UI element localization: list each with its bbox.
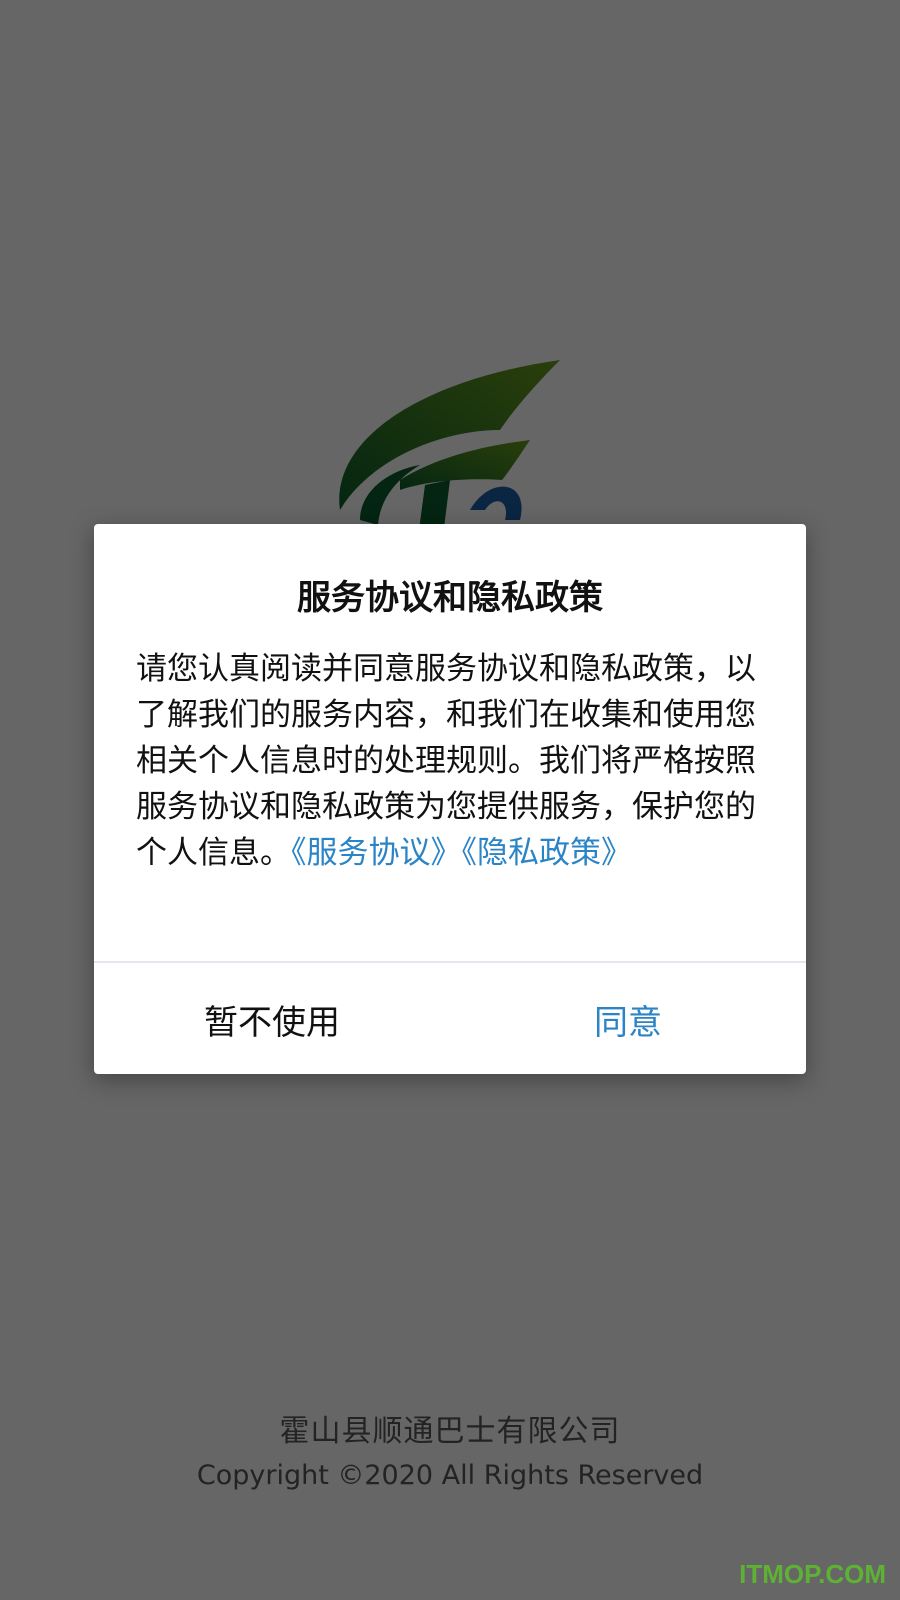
watermark: ITMOP.COM xyxy=(739,1559,886,1589)
privacy-dialog: 服务协议和隐私政策 请您认真阅读并同意服务协议和隐私政策，以了解我们的服务内容，… xyxy=(94,524,806,1074)
dialog-message: 请您认真阅读并同意服务协议和隐私政策，以了解我们的服务内容，和我们在收集和使用您… xyxy=(136,646,758,876)
dialog-divider xyxy=(94,961,806,963)
agree-button[interactable]: 同意 xyxy=(450,964,806,1074)
footer-company-name: 霍山县顺通巴士有限公司 xyxy=(279,1414,621,1449)
dialog-title: 服务协议和隐私政策 xyxy=(297,578,603,618)
splash-screen: 霍山县顺通巴士有限公司 Copyright ©2020 All Rights R… xyxy=(0,0,900,1600)
footer-copyright: Copyright ©2020 All Rights Reserved xyxy=(196,1460,704,1491)
service-agreement-link[interactable]: 《服务协议》 xyxy=(291,835,462,871)
privacy-policy-link[interactable]: 《隐私政策》 xyxy=(462,835,633,871)
decline-button[interactable]: 暂不使用 xyxy=(94,964,450,1074)
